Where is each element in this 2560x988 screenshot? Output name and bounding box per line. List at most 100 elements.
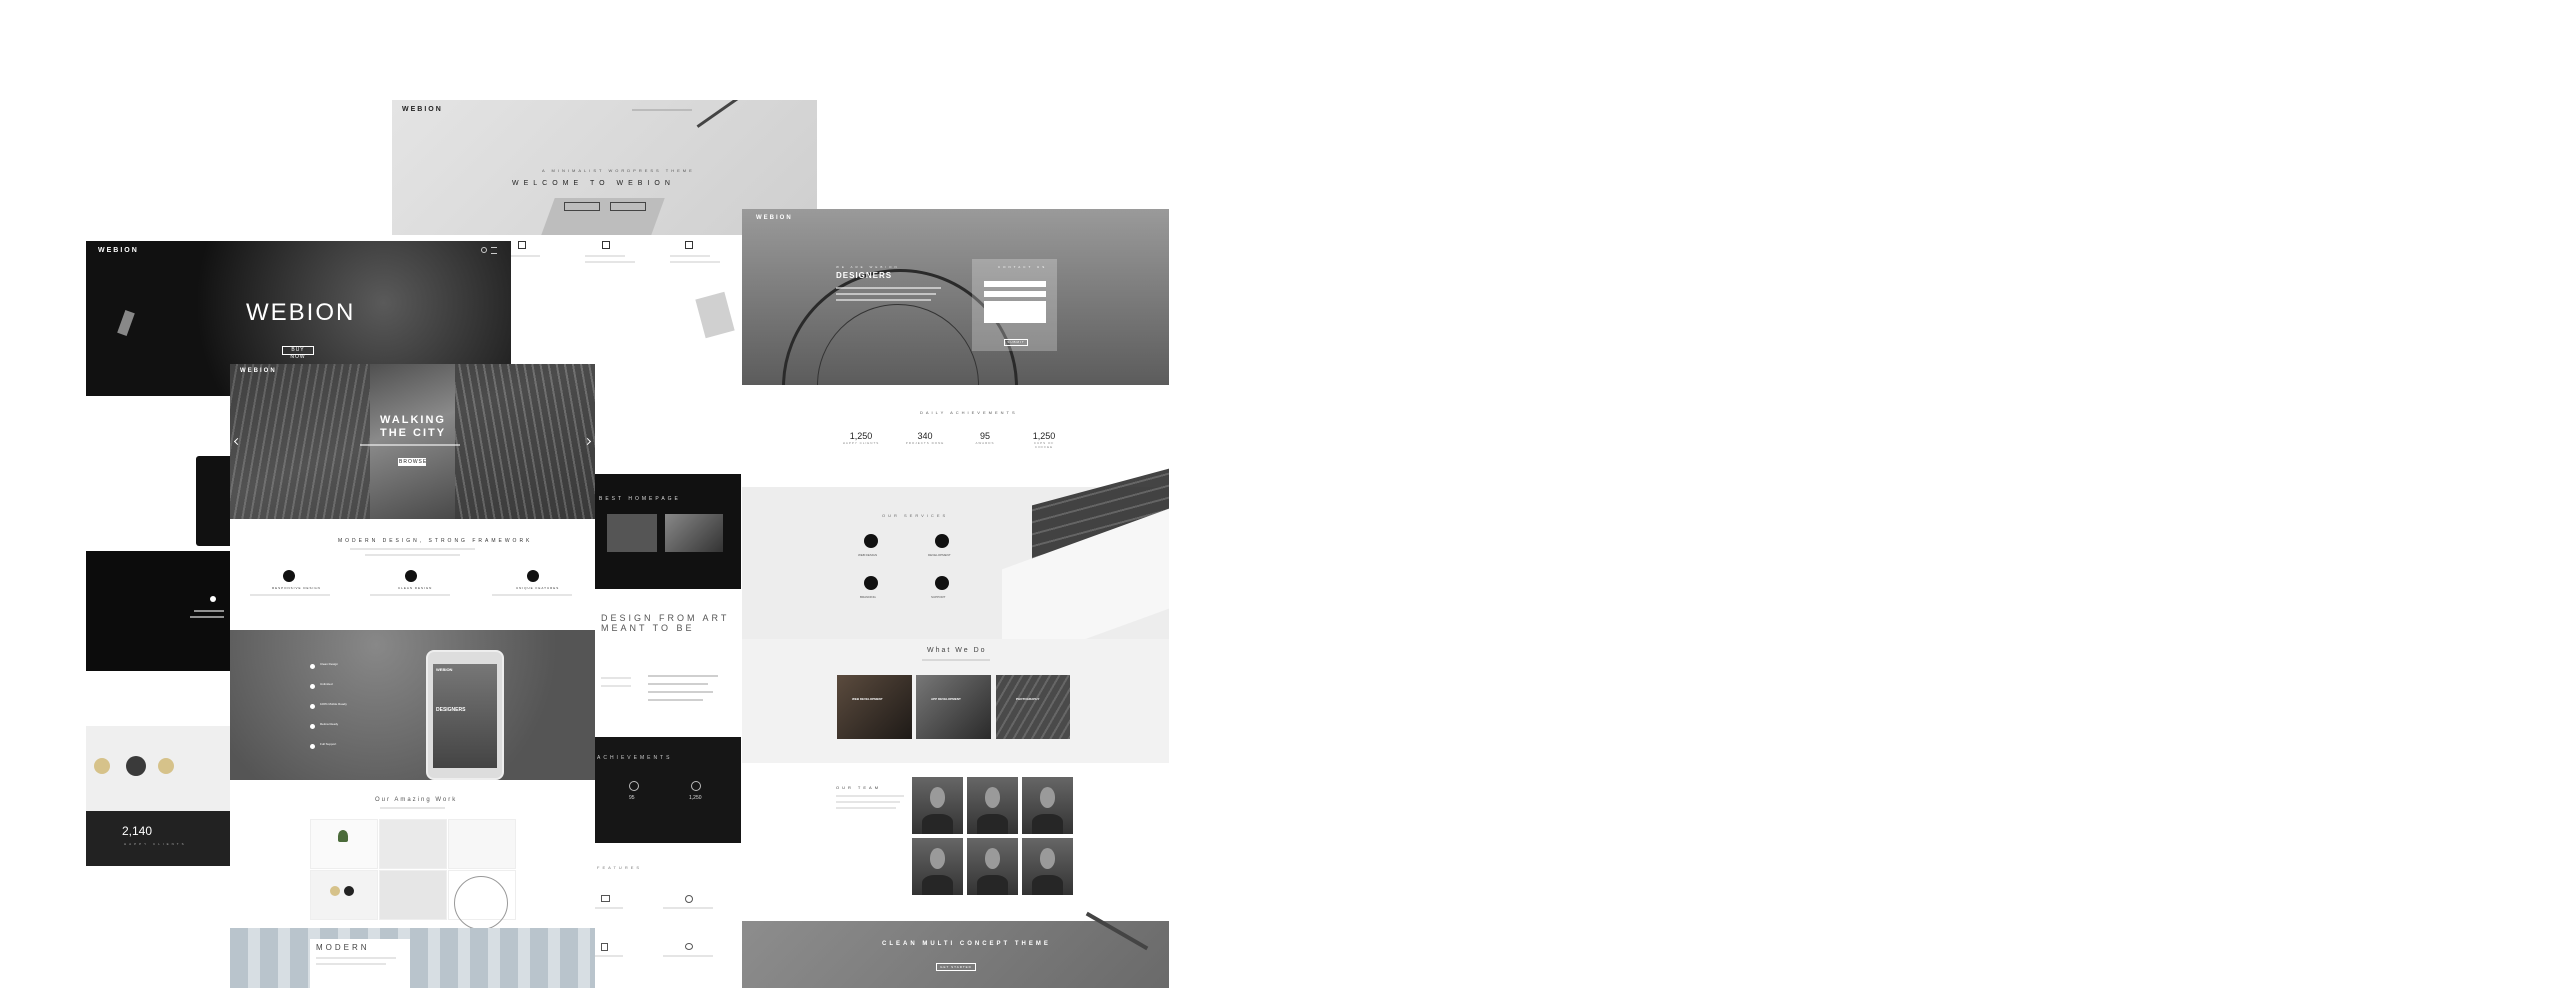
- stat-3: 95 AWARDS: [965, 431, 1005, 445]
- phone-prop: [117, 310, 135, 336]
- text-line: [663, 955, 713, 957]
- stat-value: 1,250: [689, 795, 702, 801]
- services-title: OUR SERVICES: [882, 513, 949, 518]
- search-icon[interactable]: [481, 247, 487, 253]
- service-label: WEB DESIGN: [858, 553, 878, 557]
- list-item: 100% Mobile Ready: [320, 702, 347, 706]
- service-label: BRANDING: [860, 595, 876, 599]
- best-homepage-title: BEST HOMEPAGE: [599, 496, 681, 502]
- design-icon[interactable]: [864, 534, 878, 548]
- welcome-button-2[interactable]: [610, 202, 646, 211]
- device-mockup: [695, 291, 735, 339]
- service-card-2[interactable]: [916, 675, 991, 739]
- work-tile: [379, 870, 447, 920]
- progress-bar: [648, 683, 708, 685]
- logo[interactable]: WEBION: [402, 106, 443, 113]
- text-line: [601, 677, 631, 679]
- list-item: Full Support: [320, 742, 337, 746]
- text-line: [316, 957, 396, 959]
- logo[interactable]: WEBION: [756, 215, 793, 221]
- hero-kicker: WE ARE WEBION: [836, 265, 900, 269]
- product-item: [330, 886, 340, 896]
- service-card-1[interactable]: [837, 675, 912, 739]
- text-line: [365, 554, 460, 556]
- counter-value: 2,140: [122, 824, 153, 838]
- stat-value: 95: [629, 795, 635, 801]
- hero-button[interactable]: BROWSE: [398, 458, 426, 466]
- cta-band: [742, 921, 1169, 988]
- product-item: [94, 758, 110, 774]
- development-icon[interactable]: [935, 534, 949, 548]
- text-line: [593, 907, 623, 909]
- text-line: [670, 255, 710, 257]
- text-line: [585, 261, 635, 263]
- nav-menu[interactable]: [632, 109, 692, 111]
- stat-value: 340: [917, 431, 933, 441]
- service-card-3[interactable]: [996, 675, 1070, 739]
- stat-label: HAPPY CLIENTS: [842, 441, 880, 445]
- team-member[interactable]: [912, 777, 963, 834]
- message-field[interactable]: [984, 301, 1046, 323]
- text-line: [836, 807, 896, 809]
- welcome-button-1[interactable]: [564, 202, 600, 211]
- team-member[interactable]: [967, 838, 1018, 895]
- screenshot-middle-strip: BEST HOMEPAGE: [593, 474, 741, 589]
- text-line: [836, 287, 941, 289]
- monitor-icon: [601, 895, 610, 902]
- feature-icon: [685, 241, 693, 249]
- welcome-tagline: A MINIMALIST WORDPRESS THEME: [542, 168, 695, 173]
- stat-label: PROJECTS DONE: [905, 441, 945, 445]
- feature-icon: [518, 241, 526, 249]
- text-line: [836, 293, 936, 295]
- screenshot-middle-features: FEATURES: [593, 843, 741, 988]
- work-tile: [379, 819, 447, 869]
- text-line: [316, 963, 386, 965]
- screenshot-middle-achievements: ACHIEVEMENTS 95 1,250: [593, 737, 741, 843]
- hero-title: DESIGNERS: [836, 271, 893, 280]
- support-icon[interactable]: [935, 576, 949, 590]
- cta-button[interactable]: GET STARTED: [936, 963, 976, 971]
- team-member[interactable]: [912, 838, 963, 895]
- service-label: SUPPORT: [931, 595, 946, 599]
- logo[interactable]: WEBION: [240, 368, 277, 374]
- trophy-icon: [629, 781, 639, 791]
- name-field[interactable]: [984, 281, 1046, 287]
- bullet-icon: [310, 744, 315, 749]
- bullet-icon: [310, 724, 315, 729]
- doc-icon: [601, 943, 608, 951]
- screenshot-welcome-body: [510, 235, 742, 365]
- text-line: [250, 594, 330, 596]
- responsive-icon: [283, 570, 295, 582]
- stat-label: CUPS OF COFFEE: [1033, 441, 1055, 449]
- stat-value: 95: [979, 431, 990, 441]
- email-field[interactable]: [984, 291, 1046, 297]
- screenshot-designers: WEBION WE ARE WEBION DESIGNERS CONTACT U…: [742, 209, 1169, 988]
- team-member[interactable]: [1022, 838, 1073, 895]
- submit-button[interactable]: SUBMIT: [1004, 339, 1028, 346]
- list-item: Retina Ready: [320, 722, 339, 726]
- progress-bar: [648, 691, 713, 693]
- menu-icon[interactable]: [491, 247, 497, 254]
- card-label: PHOTOGRAPHY: [1016, 697, 1040, 701]
- text-line: [836, 801, 900, 803]
- phone-screen: [433, 664, 497, 768]
- phone-title: DESIGNERS: [436, 707, 466, 713]
- work-tile: [448, 819, 516, 869]
- laptop-mockup: [196, 456, 230, 546]
- hero-title: WALKING THE CITY: [380, 414, 447, 439]
- branding-icon[interactable]: [864, 576, 878, 590]
- features-icon: [527, 570, 539, 582]
- text-line: [836, 299, 931, 301]
- moon-icon: [210, 596, 216, 602]
- stat-4: 1,250 CUPS OF COFFEE: [1024, 431, 1064, 449]
- team-member[interactable]: [1022, 777, 1073, 834]
- counter-label: HAPPY CLIENTS: [124, 842, 187, 846]
- buy-now-button[interactable]: BUY NOW: [282, 346, 314, 360]
- team-member[interactable]: [967, 777, 1018, 834]
- whatwedo-title: What We Do: [927, 647, 987, 654]
- text-line: [350, 548, 475, 550]
- work-tile: [310, 819, 378, 869]
- text-line: [601, 685, 631, 687]
- logo[interactable]: WEBION: [98, 247, 139, 254]
- text-line: [836, 795, 904, 797]
